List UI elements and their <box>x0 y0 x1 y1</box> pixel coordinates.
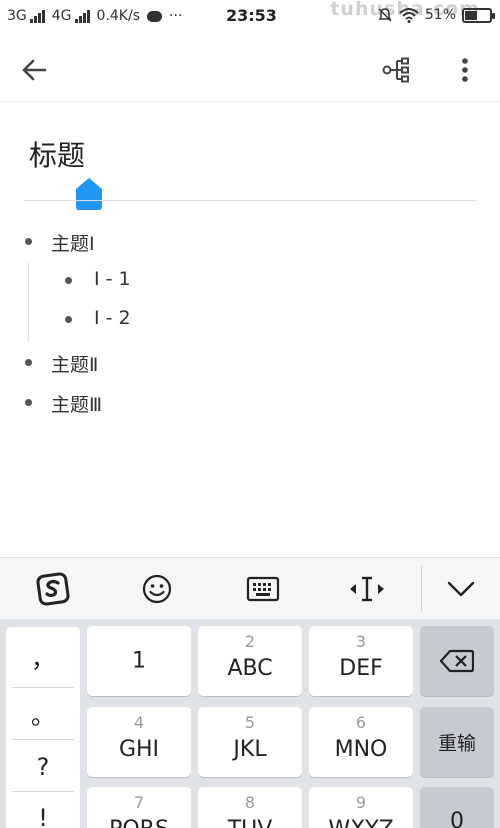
key-number: 5 <box>244 713 256 732</box>
key-number: 9 <box>355 793 367 812</box>
battery-percent: 51% <box>424 7 456 23</box>
back-button[interactable] <box>18 54 50 86</box>
chevron-down-icon <box>447 581 475 597</box>
more-vertical-icon <box>462 58 468 82</box>
emoji-button[interactable] <box>136 568 178 610</box>
net-speed: 0.4K/s <box>96 8 140 24</box>
outline-node-label[interactable]: Ⅰ - 1 <box>94 268 131 290</box>
mindmap-button[interactable] <box>380 54 412 86</box>
more-notifications-icon: ··· <box>169 8 183 24</box>
key-number: 7 <box>133 793 145 812</box>
outline-bullet[interactable] <box>65 277 72 284</box>
network-3g-label: 3G <box>7 8 27 24</box>
key-label: PQRS <box>87 817 191 828</box>
key-4[interactable]: 4 GHI <box>87 707 191 777</box>
outline-guide-line <box>28 262 29 342</box>
keyboard: ， 。 ? ! 1 2 ABC 3 DEF 4 GHI 5 JKL 6 MNO <box>0 619 500 828</box>
key-number: 2 <box>244 632 256 651</box>
backspace-key[interactable] <box>420 626 494 696</box>
reenter-key[interactable]: 重输 <box>420 707 494 777</box>
key-3[interactable]: 3 DEF <box>309 626 413 696</box>
toolbar-separator <box>421 566 422 612</box>
cloud-icon <box>147 10 162 22</box>
symbol-column[interactable]: ， 。 ? ! <box>6 627 80 828</box>
outline-bullet[interactable] <box>25 399 32 406</box>
outline-bullet[interactable] <box>65 316 72 323</box>
key-label: JKL <box>233 737 267 762</box>
mute-bell-icon <box>378 8 392 22</box>
collapse-keyboard-button[interactable] <box>440 568 482 610</box>
symbol-key[interactable]: ? <box>12 741 74 793</box>
symbol-key[interactable]: ! <box>12 792 74 828</box>
key-9[interactable]: 9 WXYZ <box>309 787 413 828</box>
sogou-logo-icon <box>36 572 70 606</box>
outline-node-label[interactable]: 主题Ⅲ <box>51 390 102 417</box>
keyboard-switch-button[interactable] <box>242 568 284 610</box>
arrow-left-icon <box>22 59 47 81</box>
key-label: WXYZ <box>309 817 413 828</box>
symbol-divider <box>12 739 74 740</box>
title-divider <box>24 200 476 201</box>
outline-node-label[interactable]: 主题Ⅰ <box>51 229 95 256</box>
symbol-key[interactable]: 。 <box>12 690 74 742</box>
status-time: 23:53 <box>226 6 277 25</box>
symbol-key[interactable]: ， <box>12 633 74 685</box>
more-options-button[interactable] <box>452 54 478 86</box>
cursor-move-button[interactable] <box>346 568 388 610</box>
key-2[interactable]: 2 ABC <box>198 626 302 696</box>
battery-icon <box>462 7 495 23</box>
signal-icon <box>29 9 45 23</box>
app-bar <box>0 36 500 102</box>
symbol-divider <box>12 687 74 688</box>
wifi-icon <box>399 8 419 23</box>
key-label: DEF <box>339 656 383 681</box>
status-bar: 3G 4G 0.4K/s ··· 23:53 tuhusha.com 51% <box>0 0 500 36</box>
key-number: 6 <box>355 713 367 732</box>
status-left: 3G 4G 0.4K/s ··· <box>7 8 182 24</box>
key-1[interactable]: 1 <box>87 626 191 696</box>
outline-node-label[interactable]: 主题Ⅱ <box>51 350 98 377</box>
keyboard-toolbar <box>0 557 500 619</box>
outline-bullet[interactable] <box>25 238 32 245</box>
network-4g-label: 4G <box>51 8 72 24</box>
status-right: 51% <box>377 7 495 23</box>
key-label: 重输 <box>437 732 476 755</box>
keyboard-icon <box>246 576 280 602</box>
key-label: GHI <box>118 737 160 762</box>
sogou-logo-button[interactable] <box>32 568 74 610</box>
document-title[interactable]: 标题 <box>29 134 85 174</box>
cursor-move-icon <box>350 576 384 602</box>
key-number: 8 <box>244 793 256 812</box>
signal-icon <box>74 9 90 23</box>
outline-node-label[interactable]: Ⅰ - 2 <box>94 307 131 329</box>
backspace-icon <box>440 649 474 673</box>
key-label: TUV <box>198 817 302 828</box>
key-label: 1 <box>132 648 146 674</box>
key-6[interactable]: 6 MNO <box>309 707 413 777</box>
key-5[interactable]: 5 JKL <box>198 707 302 777</box>
key-label: 0 <box>450 809 464 828</box>
key-number: 3 <box>355 632 367 651</box>
key-label: MNO <box>334 737 388 762</box>
mindmap-icon <box>382 57 409 83</box>
text-cursor-handle[interactable] <box>76 178 102 210</box>
outline-bullet[interactable] <box>25 359 32 366</box>
key-8[interactable]: 8 TUV <box>198 787 302 828</box>
key-label: ABC <box>227 656 273 681</box>
key-7[interactable]: 7 PQRS <box>87 787 191 828</box>
emoji-icon <box>142 574 172 604</box>
key-number: 4 <box>133 713 145 732</box>
key-0[interactable]: 0 <box>420 787 494 828</box>
